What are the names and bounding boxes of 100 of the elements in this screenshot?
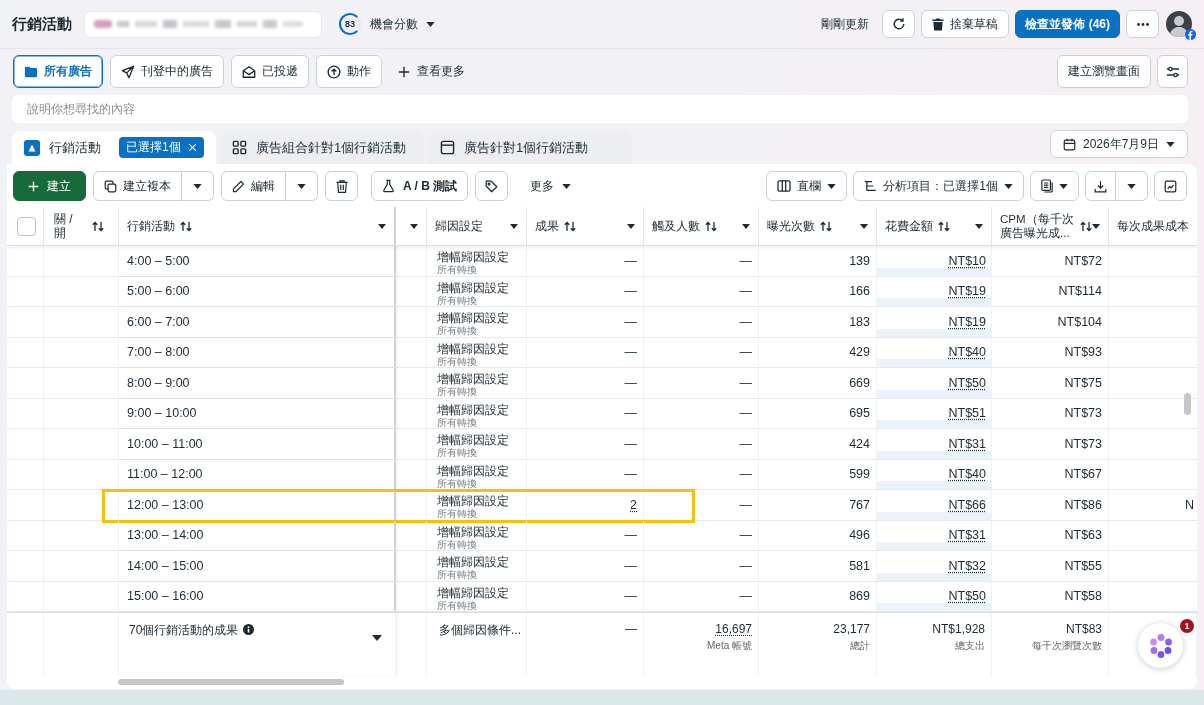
more-button[interactable] — [1126, 10, 1159, 38]
attribution-text: 增幅歸因設定 — [437, 280, 509, 295]
selection-chip[interactable]: 已選擇1個 — [119, 137, 204, 158]
table-cell: — — [644, 520, 759, 550]
sort-icon[interactable] — [705, 220, 717, 232]
table-cell: — — [644, 459, 759, 489]
refresh-button[interactable] — [882, 10, 916, 38]
list-icon — [864, 180, 878, 192]
export-button[interactable] — [1085, 171, 1116, 201]
column-header[interactable]: 每次成果成本 — [1109, 207, 1197, 245]
info-icon[interactable] — [243, 624, 255, 635]
more-menu-button[interactable]: 更多 — [526, 171, 576, 201]
level-tab[interactable]: 行銷活動 已選擇1個 — [12, 131, 216, 164]
level-tab[interactable]: 廣告針對1個行銷活動 — [428, 131, 632, 164]
columns-button[interactable]: 直欄 — [766, 171, 848, 201]
table-cell[interactable]: 2 — [527, 490, 644, 520]
caret-icon[interactable] — [372, 635, 382, 641]
table-cell: NT$19 — [877, 276, 992, 306]
dropdown-button[interactable] — [182, 171, 214, 201]
attribution-text: 增幅歸因設定 — [437, 311, 509, 325]
edit-button[interactable]: 編輯 — [221, 171, 286, 201]
column-header[interactable]: 觸及人數 — [644, 207, 759, 245]
column-header[interactable]: 歸因設定 — [427, 207, 527, 245]
column-header[interactable]: 花費金額 — [877, 207, 992, 245]
ab-test-button[interactable]: A / B 測試 — [371, 171, 469, 201]
publish-button[interactable]: 檢查並發佈 (46) — [1015, 10, 1120, 38]
plus-icon — [28, 180, 39, 192]
chart-button[interactable] — [1154, 171, 1187, 201]
score-gauge — [338, 12, 362, 36]
attribution-text: 增幅歸因設定 — [437, 250, 509, 264]
horizontal-scrollbar-thumb[interactable] — [118, 679, 344, 685]
view-tab[interactable]: 動作 — [316, 55, 382, 88]
sort-icon[interactable] — [938, 220, 950, 232]
sort-icon[interactable] — [92, 220, 104, 232]
view-tab[interactable]: 刊登中的廣告 — [110, 55, 224, 88]
view-tab[interactable]: 所有廣告 — [13, 55, 103, 88]
pencil-icon — [232, 179, 245, 193]
tag-button[interactable] — [475, 171, 509, 201]
dropdown-button[interactable] — [286, 171, 318, 201]
more-icon — [1136, 22, 1149, 26]
column-header[interactable]: CPM（每千次廣告曝光成... — [992, 207, 1109, 245]
breakdown-button[interactable]: 分析項目：已選擇1個 — [853, 171, 1024, 201]
view-tab[interactable]: 已投遞 — [231, 55, 309, 88]
table-cell: 5:00 – 6:00 — [119, 276, 396, 306]
caret-icon[interactable] — [627, 223, 635, 229]
opportunity-score-button[interactable]: 83 機會分數 — [338, 12, 435, 36]
caret-icon[interactable] — [510, 223, 518, 229]
reports-button[interactable] — [1030, 171, 1079, 201]
caret-icon[interactable] — [378, 223, 386, 229]
dropdown-button[interactable] — [1116, 171, 1148, 201]
table-cell: NT$73 — [992, 429, 1109, 459]
table-cell: 6:00 – 7:00 — [119, 307, 396, 337]
attribution-note: 所有轉換 — [437, 538, 477, 550]
see-more-button[interactable]: 查看更多 — [394, 63, 469, 80]
create-view-button[interactable]: 建立瀏覽畫面 — [1057, 55, 1151, 88]
sort-icon[interactable] — [1080, 220, 1092, 232]
caret-icon — [827, 183, 837, 189]
level-tab[interactable]: 廣告組合針對1個行銷活動 — [220, 131, 424, 164]
column-header[interactable]: 行銷活動 — [119, 207, 396, 245]
attribution-note: 所有轉換 — [437, 599, 477, 611]
caret-icon[interactable] — [1092, 223, 1100, 229]
discard-draft-button[interactable]: 捨棄草稿 — [921, 10, 1010, 38]
table-cell: NT$19 — [877, 307, 992, 337]
sort-icon[interactable] — [180, 220, 192, 232]
table-cell: 8:00 – 9:00 — [119, 368, 396, 398]
delete-button[interactable] — [325, 171, 358, 201]
name-field[interactable] — [84, 10, 322, 38]
vertical-scrollbar-thumb[interactable] — [1184, 393, 1191, 415]
sort-icon[interactable] — [564, 220, 576, 232]
column-header[interactable]: 曝光次數 — [759, 207, 877, 245]
avatar-icon[interactable] — [1166, 11, 1192, 37]
table-cell: NT$73 — [992, 398, 1109, 428]
table-cell: NT$51 — [877, 398, 992, 428]
caret-icon — [193, 183, 202, 189]
column-header[interactable]: 成果 — [527, 207, 644, 245]
table-cell: NT$63 — [992, 520, 1109, 550]
attribution-note: 所有轉換 — [437, 325, 477, 336]
caret-icon[interactable] — [860, 223, 868, 229]
calendar-icon — [1062, 137, 1076, 151]
table-cell: NT$67 — [992, 459, 1109, 489]
sort-icon[interactable] — [820, 220, 832, 232]
table-cell: 12:00 – 13:00 — [119, 490, 396, 520]
attribution-text: 增幅歸因設定 — [437, 524, 509, 539]
search-field[interactable]: 說明你想尋找的內容 — [12, 95, 1188, 123]
summary-text: 70個行銷活動的成果 — [129, 622, 239, 639]
attribution-note: 所有轉換 — [437, 569, 477, 580]
table-cell: NT$75 — [992, 368, 1109, 398]
caret-icon[interactable] — [742, 223, 750, 229]
assistant-button[interactable] — [1138, 623, 1183, 668]
filter-settings-button[interactable] — [1157, 55, 1188, 88]
column-header[interactable]: 關 / 開 — [44, 207, 119, 245]
attribution-text: 增幅歸因設定 — [437, 463, 509, 478]
select-all-checkbox[interactable] — [17, 216, 36, 236]
date-range-button[interactable]: 2026年7月9日 — [1049, 130, 1188, 158]
duplicate-button[interactable]: 建立複本 — [93, 171, 182, 201]
caret-icon[interactable] — [410, 223, 418, 229]
create-button[interactable]: 建立 — [13, 171, 86, 201]
tag-icon — [485, 179, 499, 193]
close-icon[interactable] — [187, 143, 197, 152]
caret-icon[interactable] — [975, 223, 983, 229]
